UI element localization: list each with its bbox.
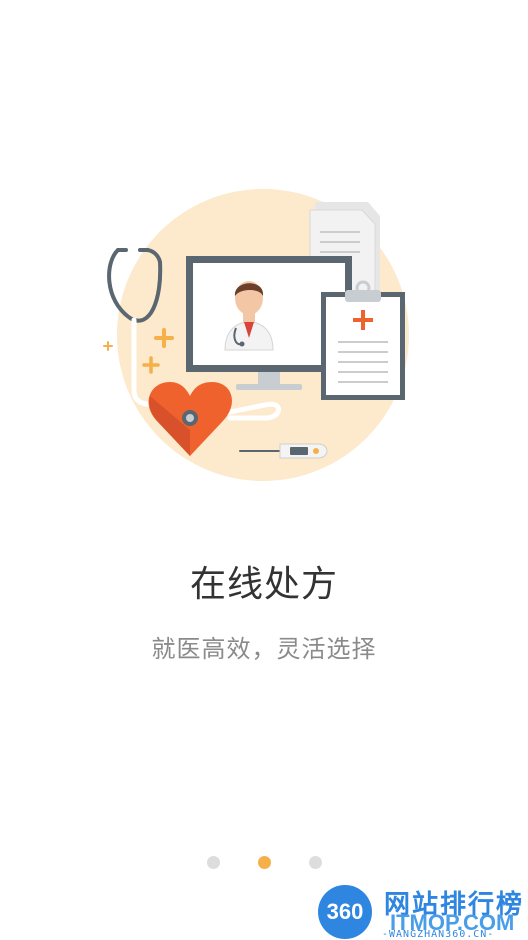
page-indicator bbox=[0, 855, 528, 869]
plus-icon bbox=[103, 341, 113, 351]
watermark: 360 网站排行榜 ITMOP.COM -WANGZHAN360.CN- bbox=[318, 884, 528, 940]
page-subtitle: 就医高效，灵活选择 bbox=[151, 635, 377, 663]
clipboard-icon bbox=[321, 280, 405, 400]
illustration-online-prescription bbox=[103, 189, 409, 481]
watermark-logo-icon: 360 bbox=[318, 885, 372, 939]
page-title: 在线处方 bbox=[189, 564, 338, 605]
page-dot-2-active[interactable] bbox=[257, 855, 271, 869]
page-dot-1[interactable] bbox=[206, 855, 220, 869]
watermark-subdomain: -WANGZHAN360.CN- bbox=[382, 929, 495, 940]
page-dot-3[interactable] bbox=[308, 855, 322, 869]
